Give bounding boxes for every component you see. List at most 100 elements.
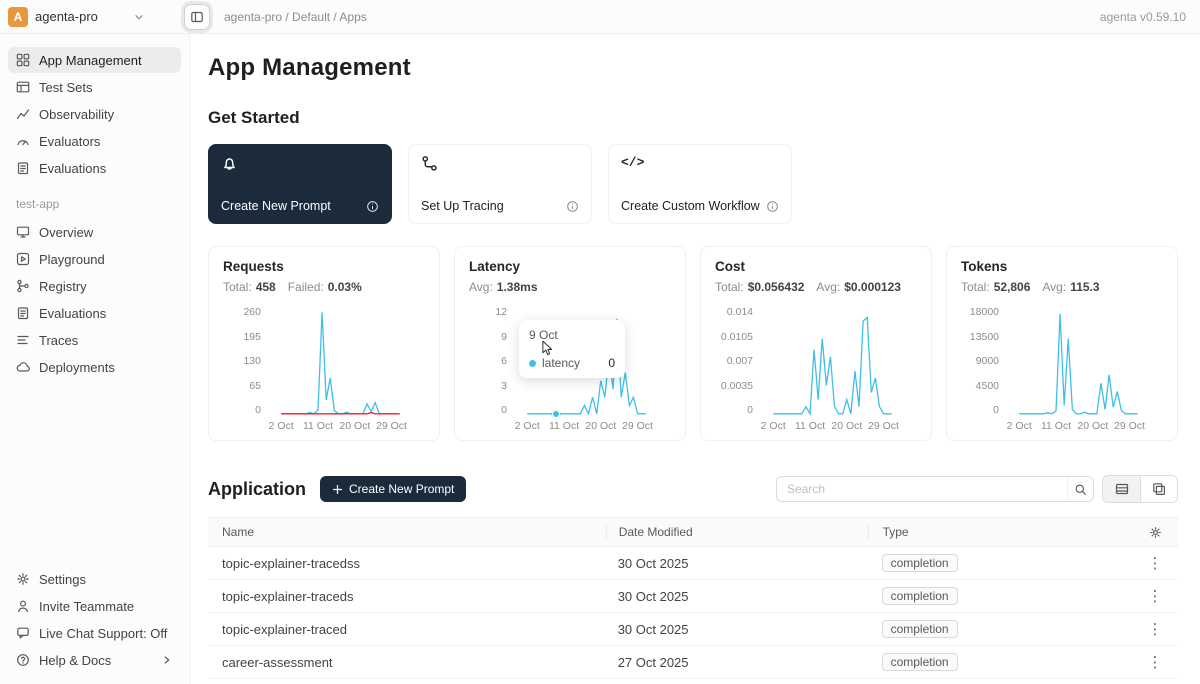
sidebar-item-deployments[interactable]: Deployments	[8, 354, 181, 380]
row-menu-button[interactable]: ⋮	[1148, 655, 1163, 670]
table-row[interactable]: topic-explainer-traced 30 Oct 2025 compl…	[208, 613, 1178, 646]
info-icon[interactable]	[566, 200, 579, 213]
create-custom-workflow-card[interactable]: </> Create Custom Workflow	[608, 144, 792, 224]
info-icon[interactable]	[766, 200, 779, 213]
sidebar-item-label: App Management	[39, 53, 142, 68]
user-icon	[16, 599, 30, 613]
table-row[interactable]: topic-explainer-tracedss 30 Oct 2025 com…	[208, 547, 1178, 580]
sidebar-item-test-sets[interactable]: Test Sets	[8, 74, 181, 100]
sidebar-toggle-button[interactable]	[184, 4, 210, 30]
metric-label: Avg:	[816, 280, 840, 294]
sidebar-item-invite-teammate[interactable]: Invite Teammate	[8, 593, 181, 619]
sidebar-item-app-management[interactable]: App Management	[8, 47, 181, 73]
sidebar-item-traces[interactable]: Traces	[8, 327, 181, 353]
column-header-date-modified[interactable]: Date Modified	[606, 524, 868, 540]
requests-chart[interactable]	[267, 306, 425, 416]
app-date: 30 Oct 2025	[606, 622, 868, 637]
sidebar-item-label: Overview	[39, 225, 93, 240]
stat-title: Cost	[715, 259, 917, 274]
type-badge: completion	[882, 587, 958, 605]
sidebar-item-evaluations[interactable]: Evaluations	[8, 155, 181, 181]
stat-title: Tokens	[961, 259, 1163, 274]
metric-label: Avg:	[469, 280, 493, 294]
mouse-cursor-icon	[541, 340, 554, 357]
gear-icon	[1149, 526, 1162, 539]
get-started-cards: Create New Prompt Set Up Tracing </> Cre…	[208, 144, 1178, 224]
metric-label: Total:	[715, 280, 744, 294]
search-input[interactable]	[777, 482, 1067, 496]
sidebar-item-help-docs[interactable]: Help & Docs	[8, 647, 181, 673]
help-icon	[16, 653, 30, 667]
hovered-point-dot	[552, 410, 560, 418]
application-title: Application	[208, 479, 306, 500]
sidebar-item-evaluations-app[interactable]: Evaluations	[8, 300, 181, 326]
app-date: 30 Oct 2025	[606, 556, 868, 571]
workspace-selector[interactable]: A agenta-pro	[8, 7, 184, 27]
sidebar-item-label: Observability	[39, 107, 114, 122]
sidebar-section-label: test-app	[8, 182, 181, 219]
search-box	[776, 476, 1094, 502]
clipboard-icon	[16, 161, 30, 175]
cost-stat-card: Cost Total:$0.056432 Avg:$0.000123 0.014…	[700, 246, 932, 441]
metric-value: 0.03%	[328, 280, 362, 294]
create-new-prompt-card[interactable]: Create New Prompt	[208, 144, 392, 224]
cloud-icon	[16, 360, 30, 374]
sidebar-item-evaluators[interactable]: Evaluators	[8, 128, 181, 154]
latency-stat-card: Latency Avg:1.38ms 129630 9 Oct latency …	[454, 246, 686, 441]
app-name[interactable]: topic-explainer-tracedss	[208, 556, 606, 571]
type-badge: completion	[882, 620, 958, 638]
app-name[interactable]: topic-explainer-traceds	[208, 589, 606, 604]
sidebar-item-label: Settings	[39, 572, 86, 587]
tooltip-value: 0	[608, 356, 615, 370]
sidebar-item-observability[interactable]: Observability	[8, 101, 181, 127]
cost-chart[interactable]	[759, 306, 917, 416]
sidebar-item-overview[interactable]: Overview	[8, 219, 181, 245]
card-view-button[interactable]	[1140, 476, 1177, 502]
row-menu-button[interactable]: ⋮	[1148, 622, 1163, 637]
column-header-name[interactable]: Name	[208, 525, 606, 539]
clipboard-icon	[16, 306, 30, 320]
sidebar: App Management Test Sets Observability E…	[0, 34, 190, 684]
create-new-prompt-button[interactable]: Create New Prompt	[320, 476, 466, 502]
sidebar-item-settings[interactable]: Settings	[8, 566, 181, 592]
table-header: Name Date Modified Type	[208, 517, 1178, 547]
y-axis-ticks: 260195130650	[223, 306, 261, 416]
metric-value: $0.056432	[748, 280, 805, 294]
app-name[interactable]: career-assessment	[208, 655, 606, 670]
card-view-icon	[1152, 482, 1166, 496]
application-header: Application Create New Prompt	[208, 475, 1178, 503]
table-view-button[interactable]	[1103, 476, 1140, 502]
metric-value: 52,806	[994, 280, 1031, 294]
column-settings-button[interactable]	[1132, 526, 1178, 539]
sidebar-item-label: Traces	[39, 333, 78, 348]
row-menu-button[interactable]: ⋮	[1148, 556, 1163, 571]
sidebar-item-label: Evaluations	[39, 306, 106, 321]
column-header-type[interactable]: Type	[868, 524, 1132, 540]
app-name[interactable]: topic-explainer-traced	[208, 622, 606, 637]
latency-chart[interactable]: 9 Oct latency 0	[513, 306, 671, 416]
metric-label: Total:	[223, 280, 252, 294]
tokens-stat-card: Tokens Total:52,806 Avg:115.3 1800013500…	[946, 246, 1178, 441]
metric-label: Avg:	[1042, 280, 1066, 294]
x-axis-ticks: 2 Oct11 Oct20 Oct29 Oct	[267, 416, 425, 432]
row-menu-button[interactable]: ⋮	[1148, 589, 1163, 604]
x-axis-ticks: 2 Oct11 Oct20 Oct29 Oct	[759, 416, 917, 432]
sidebar-item-label: Registry	[39, 279, 87, 294]
search-icon[interactable]	[1067, 477, 1093, 501]
tokens-chart[interactable]	[1005, 306, 1163, 416]
list-icon	[16, 333, 30, 347]
sidebar-item-label: Evaluators	[39, 134, 100, 149]
stats-row: Requests Total:458 Failed:0.03% 26019513…	[208, 246, 1178, 441]
sidebar-item-registry[interactable]: Registry	[8, 273, 181, 299]
sidebar-item-live-chat-support[interactable]: Live Chat Support: Off	[8, 620, 181, 646]
play-icon	[16, 252, 30, 266]
set-up-tracing-card[interactable]: Set Up Tracing	[408, 144, 592, 224]
breadcrumb[interactable]: agenta-pro / Default / Apps	[224, 10, 367, 24]
applications-table: Name Date Modified Type topic-explainer-…	[208, 517, 1178, 679]
sidebar-item-label: Invite Teammate	[39, 599, 134, 614]
info-icon[interactable]	[366, 200, 379, 213]
table-row[interactable]: topic-explainer-traceds 30 Oct 2025 comp…	[208, 580, 1178, 613]
metric-value: 1.38ms	[497, 280, 538, 294]
sidebar-item-playground[interactable]: Playground	[8, 246, 181, 272]
table-row[interactable]: career-assessment 27 Oct 2025 completion…	[208, 646, 1178, 679]
